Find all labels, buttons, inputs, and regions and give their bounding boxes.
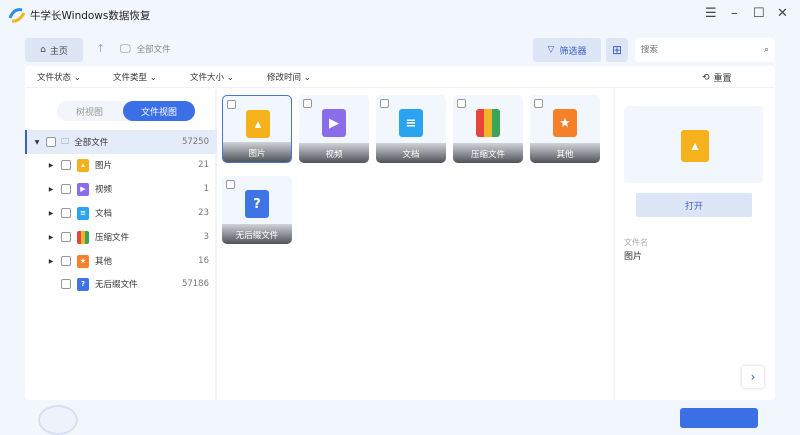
checkbox[interactable] <box>61 256 71 266</box>
filter-file-type[interactable]: 文件类型 ⌄ <box>113 71 157 83</box>
tree-item-videos[interactable]: ▶ ▶ 视频 1 <box>25 177 217 201</box>
checkbox[interactable] <box>457 99 466 108</box>
document-icon: ≡ <box>77 206 89 220</box>
checkbox[interactable] <box>303 99 312 108</box>
archive-icon <box>476 109 500 137</box>
computer-icon: 🖵 <box>61 137 70 147</box>
close-button[interactable]: ✕ <box>777 6 788 21</box>
tree-item-documents[interactable]: ▶ ≡ 文档 23 <box>25 201 217 225</box>
tab-file-view[interactable]: 文件视图 <box>123 101 195 121</box>
image-icon: ▴ <box>77 158 89 172</box>
recover-button[interactable] <box>680 408 758 428</box>
status-indicator <box>38 405 78 435</box>
collapse-panel-button[interactable]: › <box>742 366 764 388</box>
view-toggle: 树视图 文件视图 <box>57 101 195 121</box>
filter-file-size[interactable]: 文件大小 ⌄ <box>190 71 234 83</box>
checkbox[interactable] <box>61 184 71 194</box>
checkbox[interactable] <box>227 100 236 109</box>
document-icon: ≡ <box>399 109 423 137</box>
open-button[interactable]: 打开 <box>636 193 752 217</box>
star-icon: ★ <box>77 254 89 268</box>
checkbox[interactable] <box>61 232 71 242</box>
reset-label: 重置 <box>713 74 732 84</box>
checkbox[interactable] <box>46 137 56 147</box>
filter-file-status[interactable]: 文件状态 ⌄ <box>37 71 81 83</box>
search-icon[interactable]: ⌕ <box>764 45 769 55</box>
checkbox[interactable] <box>61 279 71 289</box>
tree-item-all[interactable]: ▼ 🖵 全部文件 57250 <box>25 130 217 154</box>
search-input[interactable] <box>641 45 741 55</box>
filter-modified-time[interactable]: 修改时间 ⌄ <box>267 71 311 83</box>
reset-icon: ⟲ <box>702 72 710 83</box>
home-button[interactable]: ⌂ 主页 <box>25 38 83 62</box>
expand-icon[interactable]: ▼ <box>33 139 41 146</box>
tree-item-archives[interactable]: ▶ 压缩文件 3 <box>25 225 217 249</box>
breadcrumb-label: 全部文件 <box>136 45 171 55</box>
video-icon: ▶ <box>77 182 89 196</box>
maximize-button[interactable]: ☐ <box>753 6 765 21</box>
unknown-file-icon: ? <box>245 190 269 218</box>
tab-tree-view[interactable]: 树视图 <box>57 101 122 121</box>
card-documents[interactable]: ≡ 文档 <box>376 95 446 163</box>
chevron-right-icon: › <box>750 370 756 384</box>
archive-icon <box>77 230 89 244</box>
checkbox[interactable] <box>380 99 389 108</box>
tree-item-no-extension[interactable]: ? 无后缀文件 57186 <box>25 272 217 296</box>
app-logo <box>8 8 26 23</box>
card-no-extension[interactable]: ? 无后缀文件 <box>222 176 292 244</box>
checkbox[interactable] <box>61 208 71 218</box>
card-other[interactable]: ★ 其他 <box>530 95 600 163</box>
file-name-label: 文件名 <box>624 238 648 247</box>
reset-button[interactable]: ⟲ 重置 <box>702 71 732 85</box>
filter-label: 筛选器 <box>559 46 587 57</box>
star-icon: ★ <box>553 109 577 137</box>
checkbox[interactable] <box>226 180 235 189</box>
filter-button[interactable]: ▽ 筛选器 <box>533 38 601 62</box>
filter-bar: 文件状态 ⌄ 文件类型 ⌄ 文件大小 ⌄ 修改时间 ⌄ <box>25 66 775 88</box>
unknown-file-icon: ? <box>77 277 89 291</box>
menu-button[interactable]: ☰ <box>705 6 717 21</box>
checkbox[interactable] <box>61 160 71 170</box>
tree-item-images[interactable]: ▶ ▴ 图片 21 <box>25 153 217 177</box>
breadcrumb[interactable]: 🖵 全部文件 <box>120 42 171 56</box>
image-icon: ▴ <box>681 130 709 162</box>
filter-icon: ▽ <box>547 45 555 55</box>
minimize-button[interactable]: – <box>731 6 738 21</box>
checkbox[interactable] <box>534 99 543 108</box>
file-name-value: 图片 <box>624 252 643 262</box>
card-archives[interactable]: 压缩文件 <box>453 95 523 163</box>
up-button[interactable]: ↑ <box>96 42 105 55</box>
grid-view-button[interactable]: ⊞ <box>606 38 628 62</box>
grid-icon: ⊞ <box>611 43 623 57</box>
search-box[interactable]: ⌕ <box>635 38 775 62</box>
computer-icon: 🖵 <box>120 42 131 55</box>
video-icon: ▶ <box>322 109 346 137</box>
preview-thumbnail: ▴ <box>624 106 763 183</box>
card-images[interactable]: ▴ 图片 <box>222 95 292 163</box>
image-icon: ▴ <box>246 110 270 138</box>
home-icon: ⌂ <box>40 45 46 55</box>
home-label: 主页 <box>49 46 68 57</box>
app-title: 牛学长Windows数据恢复 <box>30 10 151 22</box>
card-videos[interactable]: ▶ 视频 <box>299 95 369 163</box>
tree-item-other[interactable]: ▶ ★ 其他 16 <box>25 249 217 273</box>
